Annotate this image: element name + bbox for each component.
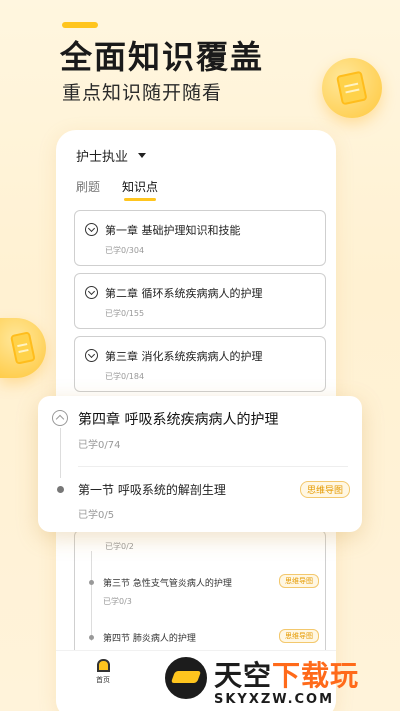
chevron-down-icon xyxy=(85,286,98,299)
chapter-progress: 已学0/184 xyxy=(105,372,145,381)
watermark-text: 天空下载玩 xyxy=(214,659,360,692)
tab-knowledge-points[interactable]: 知识点 xyxy=(122,178,158,201)
timeline-dot xyxy=(89,580,94,585)
watermark-url: SKYXZW.COM xyxy=(214,692,335,707)
expanded-chapter-card[interactable]: 第四章 呼吸系统疾病病人的护理 已学0/74 第一节 呼吸系统的解剖生理 已学0… xyxy=(38,396,362,532)
chevron-down-icon xyxy=(85,223,98,236)
chapter-progress: 已学0/304 xyxy=(105,246,145,255)
title-accent-bar xyxy=(62,22,98,28)
chapter-title: 第四章 呼吸系统疾病病人的护理 xyxy=(78,412,279,428)
chevron-up-icon[interactable] xyxy=(52,410,68,426)
section-progress: 已学0/3 xyxy=(103,597,132,606)
timeline-line xyxy=(60,428,61,478)
section-progress: 已学0/5 xyxy=(78,510,115,521)
tab-bar: 刷题 知识点 xyxy=(76,178,158,201)
section-title: 第四节 肺炎病人的护理 xyxy=(103,634,196,644)
section-title[interactable]: 第一节 呼吸系统的解剖生理 xyxy=(78,481,226,498)
nav-home[interactable]: 首页 xyxy=(96,659,110,685)
section-item[interactable]: 第三节 急性支气管炎病人的护理 已学0/3 思维导图 xyxy=(89,574,319,616)
chapter-progress: 已学0/155 xyxy=(105,309,145,318)
mindmap-button[interactable]: 思维导图 xyxy=(279,629,319,643)
chevron-down-icon xyxy=(85,349,98,362)
document-decoration-icon xyxy=(0,318,46,378)
caret-down-icon xyxy=(138,153,147,158)
mindmap-button[interactable]: 思维导图 xyxy=(299,481,350,498)
exam-type-dropdown[interactable]: 护士执业 xyxy=(76,146,147,165)
watermark-logo-icon xyxy=(162,654,210,702)
chapter-title: 第一章 基础护理知识和技能 xyxy=(105,224,241,237)
hero-subtitle: 重点知识随开随看 xyxy=(62,82,223,104)
chapter-item[interactable]: 第一章 基础护理知识和技能 已学0/304 xyxy=(74,210,326,266)
section-progress: 已学0/2 xyxy=(105,542,134,551)
chapter-item[interactable]: 第二章 循环系统疾病病人的护理 已学0/155 xyxy=(74,273,326,329)
chapter-title: 第三章 消化系统疾病病人的护理 xyxy=(105,350,263,363)
chapter-item[interactable]: 第三章 消化系统疾病病人的护理 已学0/184 xyxy=(74,336,326,392)
chapter-sections-list: 已学0/2 第三节 急性支气管炎病人的护理 已学0/3 思维导图 第四节 肺炎病… xyxy=(74,530,326,665)
nav-home-label: 首页 xyxy=(96,676,110,684)
exam-type-label: 护士执业 xyxy=(76,150,129,165)
section-title: 第三节 急性支气管炎病人的护理 xyxy=(103,579,232,589)
tab-practice[interactable]: 刷题 xyxy=(76,178,100,201)
home-icon xyxy=(96,659,110,672)
divider xyxy=(78,466,348,467)
chapter-progress: 已学0/74 xyxy=(78,440,121,451)
hero-title: 全面知识覆盖 xyxy=(60,38,265,76)
document-decoration-icon xyxy=(322,58,382,118)
timeline-dot xyxy=(89,635,94,640)
site-watermark: 天空下载玩 SKYXZW.COM xyxy=(160,650,400,711)
mindmap-button[interactable]: 思维导图 xyxy=(279,574,319,588)
chapter-title: 第二章 循环系统疾病病人的护理 xyxy=(105,287,263,300)
timeline-dot xyxy=(57,486,64,493)
